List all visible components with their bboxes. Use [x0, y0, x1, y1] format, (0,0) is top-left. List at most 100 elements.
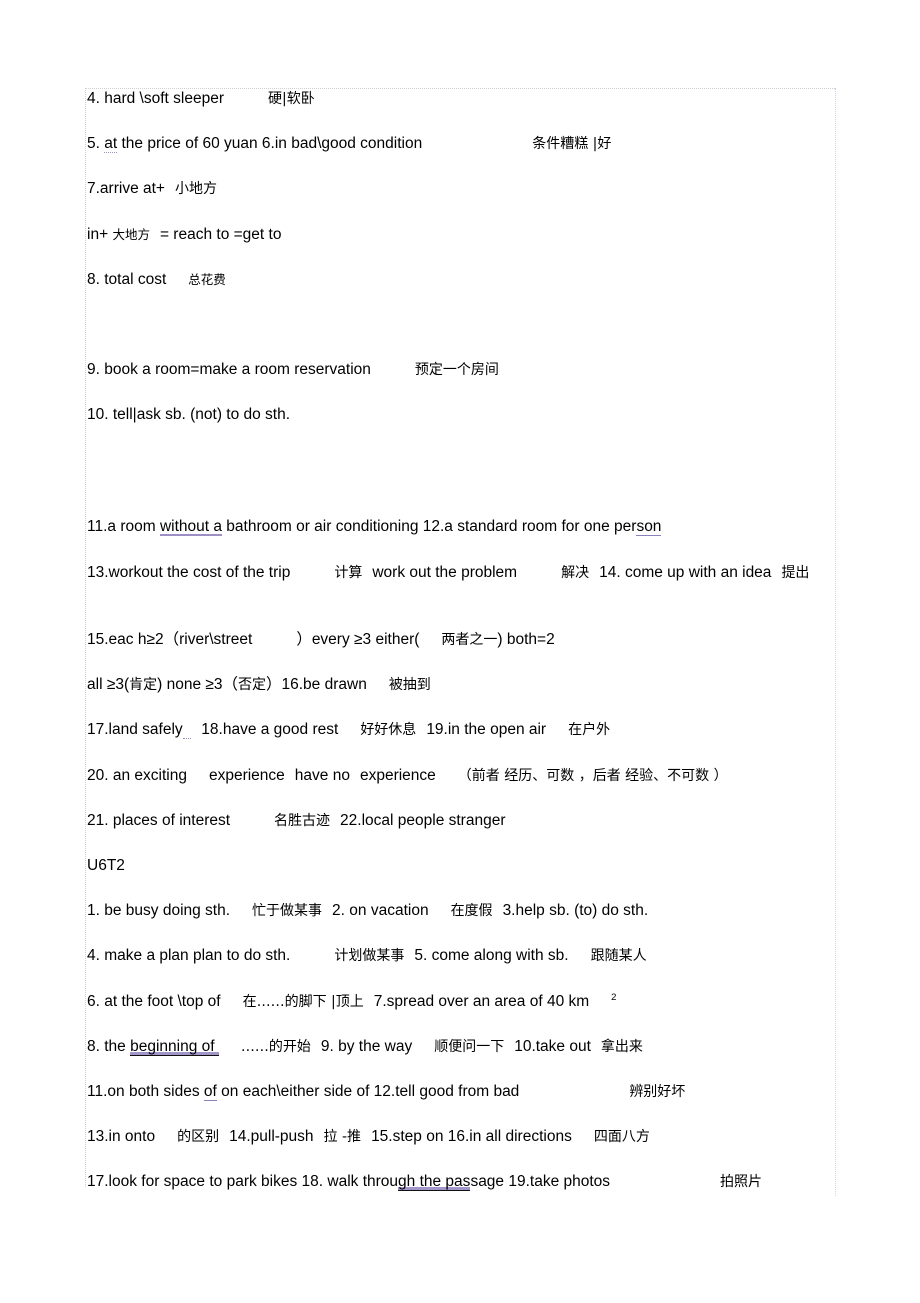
t2l4-gloss-a: 计划做某事 [334, 948, 405, 965]
t2l4-text-b: 5. come along with sb. [414, 947, 569, 965]
paragraph-l7: 7.arrive at+ 小地方 [87, 178, 835, 223]
paragraph-l7b: in+ 大地方 = reach to =get to [87, 224, 835, 269]
l11-text-b: bathroom or air conditioning 12.a standa… [222, 518, 637, 536]
l17-spellcheck-mark [182, 721, 192, 740]
l5-gloss: 条件糟糕 |好 [532, 136, 612, 153]
t2l8-gloss-c: 拿出来 [600, 1038, 643, 1055]
l8-text: 8. total cost [87, 270, 167, 288]
t2l4-text-a: 4. make a plan plan to do sth. [87, 947, 291, 965]
t2l11-spellcheck-mark: of [203, 1082, 217, 1101]
l11-text-a: 11.a room [87, 518, 160, 536]
l15b-gloss-a: 肯定 [129, 677, 158, 694]
t2l13-text-b: 14.pull-push [229, 1128, 314, 1146]
paragraph-l5: 5. at the price of 60 yuan 6.in bad\good… [87, 133, 835, 178]
paragraph-t2l6: 6. at the foot \top of 在……的脚下 |顶上 7.spread… [87, 991, 835, 1036]
t2l1-text-a: 1. be busy doing sth. [87, 902, 231, 920]
l15b-text-b: ) none ≥3（ [157, 676, 238, 694]
t2l17-text-a: 17.look for space to park bikes 18. walk… [87, 1173, 399, 1191]
t2l8-grammar-mark: beginning of [130, 1037, 219, 1056]
paragraph-t2l4: 4. make a plan plan to do sth. 计划做某事 5. co… [87, 945, 835, 990]
paragraph-l21: 21. places of interest 名胜古迹 22.local peopl… [87, 810, 835, 855]
paragraph-l17: 17.land safely 18.have a good rest 好好休息 19… [87, 719, 835, 764]
t2l1-text-c: 3.help sb. (to) do sth. [502, 902, 649, 920]
l15b-gloss-c: 被抽到 [388, 677, 431, 694]
t2l11-text-b: on each\either side of 12.tell good from… [216, 1082, 520, 1100]
l10-text: 10. tell|ask sb. (not) to do sth. [87, 406, 291, 424]
paragraph-t2l13: 13.in onto 的区别 14.pull-push 拉 -推 15.step on … [87, 1126, 835, 1171]
blank-paragraph [87, 314, 835, 359]
l5-spellcheck-mark: at [104, 135, 118, 154]
t2l13-gloss-c: 四面八方 [593, 1129, 650, 1146]
l20-text-b: experience [208, 766, 285, 784]
l8-gloss: 总花费 [188, 271, 226, 287]
paragraph-l9: 9. book a room=make a room reservation 预定… [87, 359, 835, 404]
l13-gloss-c: 提出 [781, 564, 810, 581]
l15b-gloss-b: 否定 [238, 677, 266, 694]
l15b-text-c: ）16.be drawn [266, 676, 367, 694]
t2l1-gloss-a: 忙于做某事 [252, 903, 323, 920]
t2l6-superscript-square: 2 [611, 991, 617, 1003]
l13-text-c: 14. come up with an idea [599, 563, 772, 581]
t2l4-gloss-b: 跟随某人 [590, 948, 647, 965]
paragraph-l8: 8. total cost 总花费 [87, 269, 835, 314]
t2l13-text-a: 13.in onto [87, 1128, 156, 1146]
l17-gloss-b: 在户外 [568, 722, 611, 739]
l15-text-a: 15.eac h≥2（river\street [87, 631, 253, 648]
t2l13-gloss-b: 拉 -推 [323, 1129, 362, 1146]
t2l13-text-c: 15.step on 16.in all directions [371, 1128, 572, 1146]
u6t2-heading-text: U6T2 [87, 856, 125, 874]
blank-paragraph [87, 494, 835, 516]
t2l8-text-c: 10.take out [514, 1037, 591, 1055]
l13-gloss-a: 计算 [334, 564, 363, 581]
t2l6-text-b: 7.spread over an area of 40 km [373, 992, 590, 1010]
l7b-text-b: = reach to =get to [159, 225, 282, 243]
l13-gloss-b: 解决 [561, 564, 590, 581]
paragraph-t2l11: 11.on both sides of on each\either side … [87, 1081, 835, 1126]
paragraph-l13: 13.workout the cost of the trip 计算 work ou… [87, 562, 835, 630]
l17-gloss-a: 好好休息 [360, 722, 417, 739]
l11-grammar-mark: without a [159, 518, 222, 537]
t2l17-grammar-mark: gh the pas [398, 1173, 471, 1192]
l17-text-b: 18.have a good rest [201, 721, 339, 739]
t2l1-text-b: 2. on vacation [332, 902, 429, 920]
t2l17-gloss-a: 拍照片 [720, 1174, 763, 1191]
l7-text: 7.arrive at+ [87, 180, 165, 198]
l15b-text-a: all ≥3( [87, 676, 130, 694]
l9-gloss: 预定一个房间 [414, 361, 499, 378]
l15-text-b: ）every ≥3 either( [296, 631, 420, 648]
l21-gloss-a: 名胜古迹 [274, 812, 331, 829]
t2l6-text-a: 6. at the foot \top of [87, 992, 221, 1010]
l5-text-a: 5. [87, 135, 105, 153]
l17-text-c: 19.in the open air [426, 721, 547, 739]
l7b-gloss: 大地方 [112, 226, 150, 242]
l11-spellcheck-mark: son [636, 518, 662, 537]
l17-text-a: 17.land safely [87, 721, 183, 739]
t2l6-gloss-a: 在……的脚下 |顶上 [242, 993, 364, 1010]
paragraph-l11: 11.a room without a bathroom or air cond… [87, 516, 835, 561]
l4-text: 4. hard \soft sleeper [87, 90, 224, 107]
l9-text: 9. book a room=make a room reservation [87, 360, 371, 378]
t2l17-text-b: sage 19.take photos [470, 1173, 611, 1191]
l20-text-d: experience [359, 766, 436, 784]
l20-gloss-a: （前者 经历、可数 ，后者 经验、不可数 ） [457, 767, 728, 784]
blank-paragraph [87, 449, 835, 494]
paragraph-t2l17: 17.look for space to park bikes 18. walk… [87, 1171, 835, 1216]
t2l8-gloss-b: 顺便问一下 [434, 1038, 505, 1055]
l15-text-c: ) both=2 [497, 631, 555, 648]
document-body: 4. hard \soft sleeper 硬|软卧 5. at the pric… [85, 88, 837, 1216]
l21-text-b: 22.local people stranger [340, 811, 506, 829]
l13-text-b: work out the problem [372, 563, 518, 581]
paragraph-t2l1: 1. be busy doing sth. 忙于做某事 2. on vacation… [87, 900, 835, 945]
t2l11-text-a: 11.on both sides [87, 1082, 204, 1100]
l4-gloss: 硬|软卧 [268, 91, 315, 107]
l7b-text-a: in+ [87, 225, 113, 243]
l13-text-a: 13.workout the cost of the trip [87, 563, 291, 581]
t2l13-gloss-a: 的区别 [177, 1129, 220, 1146]
l7-gloss: 小地方 [174, 181, 217, 198]
t2l8-gloss-a: ……的开始 [240, 1038, 311, 1055]
document-page: 4. hard \soft sleeper 硬|软卧 5. at the pric… [0, 0, 920, 1303]
t2l11-gloss-a: 辨别好坏 [629, 1083, 686, 1100]
t2l8-text-b: 9. by the way [320, 1037, 413, 1055]
paragraph-t2l8: 8. the beginning of ……的开始 9. by the way 顺便… [87, 1036, 835, 1081]
l15-gloss-a: 两者之一 [441, 632, 498, 648]
